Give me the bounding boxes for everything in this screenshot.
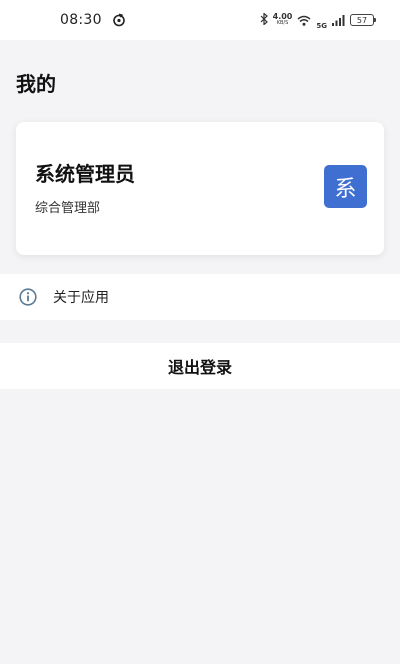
- page-title: 我的: [16, 72, 56, 96]
- profile-card[interactable]: 系统管理员 综合管理部 系: [16, 122, 384, 255]
- profile-department: 综合管理部: [35, 201, 101, 216]
- wifi-icon: [297, 11, 311, 30]
- battery-indicator: 57: [350, 14, 376, 26]
- about-label: 关于应用: [53, 290, 109, 306]
- status-bar: 08:30 4.00 KB/S 5G 57: [0, 0, 400, 40]
- status-time: 08:30: [60, 12, 102, 28]
- network-speed: 4.00 KB/S: [272, 12, 293, 27]
- profile-name: 系统管理员: [35, 162, 135, 186]
- logout-label: 退出登录: [167, 358, 232, 377]
- menu-item-about[interactable]: 关于应用: [0, 274, 400, 320]
- avatar[interactable]: 系: [324, 165, 367, 208]
- bluetooth-icon: [260, 11, 268, 28]
- info-icon: [19, 288, 37, 306]
- network-type: 5G: [316, 22, 327, 30]
- signal-icon: [332, 11, 345, 30]
- refresh-app-icon: [112, 13, 126, 27]
- logout-button[interactable]: 退出登录: [0, 343, 400, 389]
